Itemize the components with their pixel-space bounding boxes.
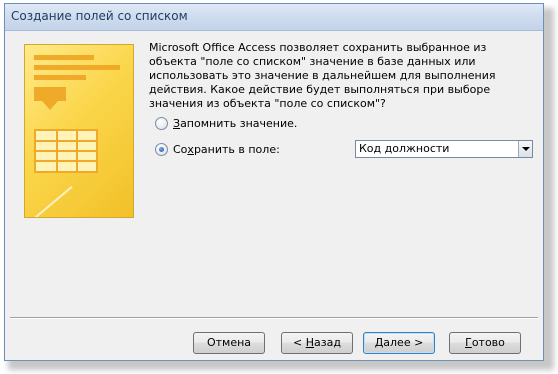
illustration-table-icon <box>34 129 98 173</box>
back-button[interactable]: < Назад <box>281 332 353 354</box>
option-remember-label: Запомнить значение. <box>173 116 298 130</box>
field-select-value: Код должности <box>359 142 450 155</box>
illustration-line <box>34 65 120 70</box>
option-store-label: Сохранить в поле: <box>173 142 280 156</box>
window-title: Создание полей со списком <box>11 9 188 23</box>
illustration-line <box>34 55 94 60</box>
wizard-illustration-icon <box>24 44 134 218</box>
illustration-stroke <box>25 185 73 217</box>
chevron-down-icon[interactable] <box>518 141 532 157</box>
illustration-combo-box <box>34 87 66 101</box>
wizard-dialog: Создание полей со списком Microsoft Offi… <box>4 3 544 361</box>
divider <box>10 317 538 319</box>
illustration-line <box>34 75 86 80</box>
next-button[interactable]: Далее > <box>363 332 435 354</box>
cancel-button[interactable]: Отмена <box>193 332 265 354</box>
radio-store-in-field[interactable] <box>155 142 168 156</box>
radio-remember-value[interactable] <box>155 116 168 130</box>
title-bar[interactable]: Создание полей со списком <box>5 4 543 31</box>
wizard-description: Microsoft Office Access позволяет сохран… <box>149 41 496 110</box>
dialog-content: Microsoft Office Access позволяет сохран… <box>6 31 542 359</box>
illustration-arrow-icon <box>42 101 58 110</box>
option-remember-value[interactable]: Запомнить значение. <box>155 115 297 131</box>
option-store-in-field[interactable]: Сохранить в поле: <box>155 141 280 157</box>
finish-button[interactable]: Готово <box>449 332 521 354</box>
field-select[interactable]: Код должности <box>355 140 533 158</box>
